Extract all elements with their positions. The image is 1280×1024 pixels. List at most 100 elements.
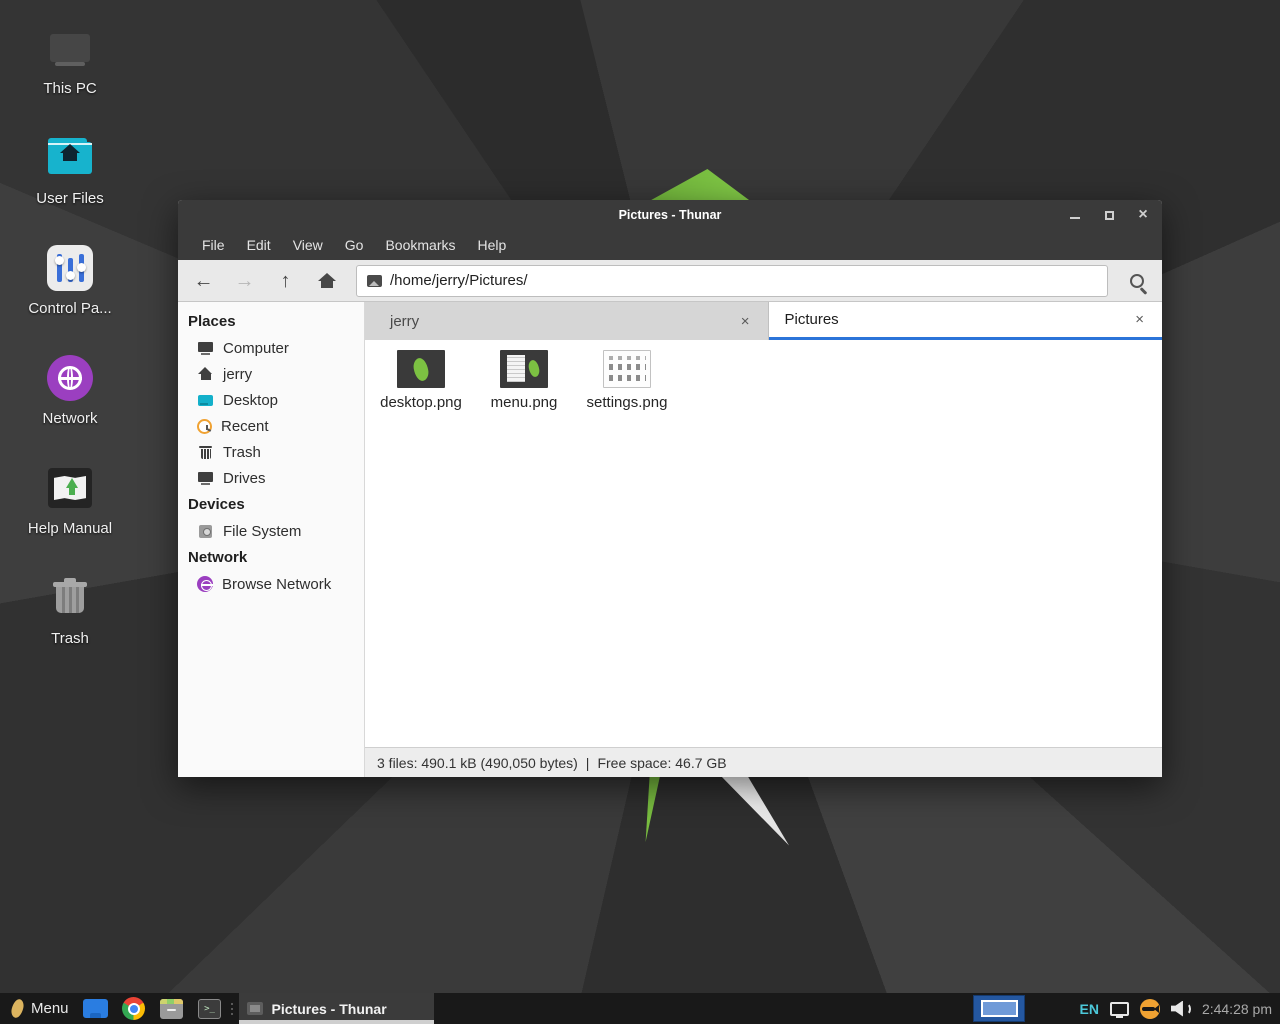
desktop-icon-label: Trash [51,630,89,647]
desktop-icon-trash[interactable]: Trash [20,574,120,662]
menu-file[interactable]: File [191,230,236,260]
desktop-icon-label: User Files [36,190,104,207]
task-button-thunar[interactable]: Pictures - Thunar [239,993,434,1024]
toolbar: ← → ↑ /home/jerry/Pictures/ [178,260,1162,302]
sidebar-item-computer[interactable]: Computer [178,335,364,361]
maximize-button[interactable] [1102,208,1116,222]
folder-icon [197,392,214,409]
workspace-switcher[interactable] [973,995,1025,1022]
sidebar-item-browse-network[interactable]: Browse Network [178,571,364,597]
mint-logo-icon [10,998,25,1019]
chrome-icon [122,997,145,1020]
desktop-icon-control-panel[interactable]: Control Pa... [20,244,120,332]
show-desktop-button[interactable] [83,996,109,1022]
sidebar-item-recent[interactable]: Recent [178,413,364,439]
start-menu-label: Menu [31,1000,69,1017]
keyboard-layout-indicator[interactable]: EN [1079,1001,1098,1017]
search-button[interactable] [1116,264,1158,298]
sidebar-header-devices: Devices [178,491,364,518]
clock-icon [197,419,212,434]
image-file-icon [367,275,382,287]
sidebar-item-label: Desktop [223,392,278,409]
up-arrow-icon: ↑ [281,271,291,291]
tab-label: Pictures [785,311,839,328]
location-bar[interactable]: /home/jerry/Pictures/ [356,265,1108,297]
status-files-summary: 3 files: 490.1 kB (490,050 bytes) [377,755,578,771]
menu-view[interactable]: View [282,230,334,260]
menu-go[interactable]: Go [334,230,375,260]
volume-icon[interactable] [1171,1001,1191,1017]
start-menu-button[interactable]: Menu [6,993,75,1024]
tab-close-icon[interactable]: × [1131,309,1148,330]
desktop-icon-network[interactable]: Network [20,354,120,442]
forward-button[interactable]: → [225,264,264,298]
workspace-window-preview [981,1000,1018,1017]
sidebar: Places Computer jerry Desktop Recent Tra… [178,302,365,777]
sidebar-item-jerry[interactable]: jerry [178,361,364,387]
window-body: Places Computer jerry Desktop Recent Tra… [178,302,1162,777]
home-button[interactable] [307,264,346,298]
clock[interactable]: 2:44:28 pm [1202,1001,1272,1017]
sidebar-item-file-system[interactable]: File System [178,518,364,544]
file-desktop-png[interactable]: desktop.png [371,346,471,411]
minimize-button[interactable] [1068,208,1082,222]
window-icon [83,999,108,1018]
terminal-launcher[interactable]: >_ [197,996,223,1022]
tab-jerry[interactable]: jerry × [365,302,769,340]
globe-icon [197,576,213,592]
home-icon [197,366,214,383]
status-free-space: Free space: 46.7 GB [597,755,726,771]
window-controls: × [1068,200,1150,230]
image-thumbnail [397,350,445,388]
terminal-icon: >_ [198,999,221,1019]
back-button[interactable]: ← [184,264,223,298]
sidebar-item-drives[interactable]: Drives [178,465,364,491]
up-button[interactable]: ↑ [266,264,305,298]
menu-bookmarks[interactable]: Bookmarks [374,230,466,260]
file-settings-png[interactable]: settings.png [577,346,677,411]
update-manager-icon[interactable] [1140,999,1160,1019]
sidebar-item-label: Trash [223,444,261,461]
file-menu-png[interactable]: menu.png [474,346,574,411]
desktop-icon-user-files[interactable]: User Files [20,134,120,222]
forward-arrow-icon: → [235,271,255,291]
display-icon[interactable] [1110,1002,1129,1016]
back-arrow-icon: ← [194,271,214,291]
desktop-icon-column: This PC User Files Control Pa... Network… [20,24,120,662]
home-folder-icon [46,134,94,182]
browser-launcher[interactable] [121,996,147,1022]
menu-bar: File Edit View Go Bookmarks Help [178,230,1162,260]
menu-edit[interactable]: Edit [236,230,282,260]
file-manager-launcher[interactable] [159,996,185,1022]
trash-icon [46,574,94,622]
sidebar-item-label: Recent [221,418,269,435]
status-bar: 3 files: 490.1 kB (490,050 bytes) | Free… [365,747,1162,777]
task-button-label: Pictures - Thunar [272,1001,387,1017]
close-button[interactable]: × [1136,208,1150,222]
window-titlebar[interactable]: Pictures - Thunar × [178,200,1162,230]
desktop-icon-this-pc[interactable]: This PC [20,24,120,112]
wallpaper-blade-shape [718,776,792,850]
file-list[interactable]: desktop.png menu.png settings.png [365,340,1162,747]
disk-icon [197,523,214,540]
thunar-window-icon [247,1002,263,1015]
panel-separator-handle[interactable] [229,999,235,1019]
tab-pictures[interactable]: Pictures × [769,302,1163,340]
sidebar-item-desktop[interactable]: Desktop [178,387,364,413]
file-name: settings.png [587,394,668,411]
sidebar-item-trash[interactable]: Trash [178,439,364,465]
content-pane: jerry × Pictures × desktop.png menu.png [365,302,1162,777]
sidebar-item-label: File System [223,523,301,540]
help-manual-icon [46,464,94,512]
control-panel-icon [46,244,94,292]
trash-icon [197,444,214,461]
menu-help[interactable]: Help [467,230,518,260]
wallpaper-mint-logo-bottom [644,776,660,842]
tab-bar: jerry × Pictures × [365,302,1162,340]
sidebar-item-label: jerry [223,366,252,383]
system-tray: EN 2:44:28 pm [1079,999,1272,1019]
desktop-icon-help-manual[interactable]: Help Manual [20,464,120,552]
tab-close-icon[interactable]: × [737,311,754,332]
window-title: Pictures - Thunar [178,208,1162,222]
status-divider: | [586,755,590,771]
